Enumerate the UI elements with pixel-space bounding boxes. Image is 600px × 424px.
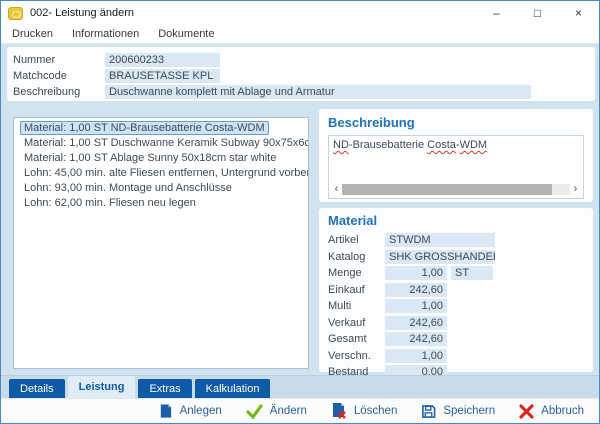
material-rows: ArtikelSTWDMKatalogSHK GROSSHANDELMenge1… xyxy=(328,233,585,379)
tab-extras[interactable]: Extras xyxy=(138,379,191,398)
material-row-label: Menge xyxy=(328,267,385,279)
position-list-item-text: Lohn: 93,00 min. Montage und Anschlüsse xyxy=(20,181,236,195)
header-form: Nummer200600233MatchcodeBRAUSETASSE KPLB… xyxy=(7,47,595,101)
speichern-button[interactable]: Speichern xyxy=(421,404,495,419)
artikel-field[interactable]: STWDM xyxy=(385,233,495,247)
loeschen-button[interactable]: Löschen xyxy=(331,403,397,419)
position-list-item-text: Material: 1,00 ST ND-Brausebatterie Cost… xyxy=(20,121,269,135)
beschreibung-panel-title: Beschreibung xyxy=(328,115,585,130)
nummer-field[interactable]: 200600233 xyxy=(105,53,220,67)
field-label: Nummer xyxy=(13,54,105,66)
material-row: Multi1,00 xyxy=(328,299,585,313)
field-label: Beschreibung xyxy=(13,86,105,98)
multi-field[interactable]: 1,00 xyxy=(385,299,447,313)
menge-unit-field[interactable]: ST xyxy=(451,266,493,280)
position-list-item[interactable]: Lohn: 45,00 min. alte Fliesen entfernen,… xyxy=(20,166,308,181)
new-document-icon xyxy=(158,403,173,419)
maximize-button[interactable]: □ xyxy=(517,1,558,25)
tab-kalkulation[interactable]: Kalkulation xyxy=(195,379,271,398)
matchcode-field[interactable]: BRAUSETASSE KPL xyxy=(105,69,220,83)
menu-item-drucken[interactable]: Drucken xyxy=(12,28,53,40)
material-panel: Material ArtikelSTWDMKatalogSHK GROSSHAN… xyxy=(319,208,593,372)
app-icon xyxy=(8,7,23,20)
minimize-button[interactable]: – xyxy=(476,1,517,25)
material-row-label: Multi xyxy=(328,300,385,312)
position-list-item-text: Lohn: 62,00 min. Fliesen neu legen xyxy=(20,196,200,210)
material-row-label: Verschn. xyxy=(328,350,385,362)
material-row-label: Verkauf xyxy=(328,317,385,329)
check-icon xyxy=(246,404,263,419)
menu-item-informationen[interactable]: Informationen xyxy=(72,28,139,40)
action-button-label: Ändern xyxy=(270,405,307,417)
material-row: Menge1,00 ST xyxy=(328,266,585,280)
action-bar: Anlegen Ändern Löschen Speichern Abbruch xyxy=(1,398,599,423)
form-row: MatchcodeBRAUSETASSE KPL xyxy=(13,69,595,83)
horizontal-scrollbar[interactable] xyxy=(331,183,581,196)
menubar: Drucken Informationen Dokumente xyxy=(1,25,599,44)
titlebar: 002- Leistung ändern – □ × xyxy=(1,1,599,25)
anlegen-button[interactable]: Anlegen xyxy=(158,403,222,419)
material-row-label: Einkauf xyxy=(328,284,385,296)
form-row: BeschreibungDuschwanne komplett mit Abla… xyxy=(13,85,595,99)
position-list-item[interactable]: Material: 1,00 ST ND-Brausebatterie Cost… xyxy=(20,121,308,136)
einkauf-field[interactable]: 242,60 xyxy=(385,283,447,297)
gesamt-field[interactable]: 242,60 xyxy=(385,332,447,346)
material-row: Einkauf242,60 xyxy=(328,283,585,297)
action-button-label: Speichern xyxy=(443,405,495,417)
positions-listbox[interactable]: Material: 1,00 ST ND-Brausebatterie Cost… xyxy=(13,117,309,369)
position-list-item-text: Lohn: 45,00 min. alte Fliesen entfernen,… xyxy=(20,166,309,180)
material-row-label: Gesamt xyxy=(328,333,385,345)
position-list-item-text: Material: 1,00 ST Ablage Sunny 50x18cm s… xyxy=(20,151,280,165)
position-list-item[interactable]: Lohn: 62,00 min. Fliesen neu legen xyxy=(20,196,308,211)
beschreibung-panel: Beschreibung ND-Brausebatterie Costa-WDM xyxy=(319,109,593,202)
material-panel-title: Material xyxy=(328,213,585,228)
position-list-item-text: Material: 1,00 ST Duschwanne Keramik Sub… xyxy=(20,136,309,150)
material-row-label: Katalog xyxy=(328,251,385,263)
action-button-label: Anlegen xyxy=(180,405,222,417)
cancel-x-icon xyxy=(519,404,534,419)
material-row: Verschn.1,00 xyxy=(328,349,585,363)
tabbar: DetailsLeistungExtrasKalkulation xyxy=(1,375,599,398)
material-row: KatalogSHK GROSSHANDEL xyxy=(328,250,585,264)
beschreibung-text: ND-Brausebatterie Costa-WDM xyxy=(333,138,579,152)
field-label: Matchcode xyxy=(13,70,105,82)
abbruch-button[interactable]: Abbruch xyxy=(519,404,584,419)
action-button-label: Abbruch xyxy=(541,405,584,417)
action-button-label: Löschen xyxy=(354,405,397,417)
material-row-label: Artikel xyxy=(328,234,385,246)
scroll-left-icon[interactable] xyxy=(331,183,342,196)
verschn-field[interactable]: 1,00 xyxy=(385,349,447,363)
leistung-aendern-window: 002- Leistung ändern – □ × Drucken Inform… xyxy=(0,0,600,424)
form-row: Nummer200600233 xyxy=(13,53,595,67)
scrollbar-thumb[interactable] xyxy=(342,184,552,195)
tab-leistung[interactable]: Leistung xyxy=(68,376,136,398)
material-row: Gesamt242,60 xyxy=(328,332,585,346)
position-list-item[interactable]: Lohn: 93,00 min. Montage und Anschlüsse xyxy=(20,181,308,196)
material-row: ArtikelSTWDM xyxy=(328,233,585,247)
menge-field[interactable]: 1,00 xyxy=(385,266,447,280)
window-controls: – □ × xyxy=(476,1,599,25)
scrollbar-track[interactable] xyxy=(342,184,570,195)
position-list-item[interactable]: Material: 1,00 ST Duschwanne Keramik Sub… xyxy=(20,136,308,151)
beschreibung-textarea[interactable]: ND-Brausebatterie Costa-WDM xyxy=(328,135,584,199)
material-row: Verkauf242,60 xyxy=(328,316,585,330)
beschreibung-field[interactable]: Duschwanne komplett mit Ablage und Armat… xyxy=(105,85,531,99)
scroll-right-icon[interactable] xyxy=(570,183,581,196)
save-icon xyxy=(421,404,436,419)
tab-details[interactable]: Details xyxy=(9,379,65,398)
verkauf-field[interactable]: 242,60 xyxy=(385,316,447,330)
close-button[interactable]: × xyxy=(558,1,599,25)
menu-item-dokumente[interactable]: Dokumente xyxy=(158,28,214,40)
position-list-item[interactable]: Material: 1,00 ST Ablage Sunny 50x18cm s… xyxy=(20,151,308,166)
aendern-button[interactable]: Ändern xyxy=(246,404,307,419)
delete-document-icon xyxy=(331,403,347,419)
katalog-field[interactable]: SHK GROSSHANDEL xyxy=(385,250,495,264)
window-title: 002- Leistung ändern xyxy=(30,7,134,19)
